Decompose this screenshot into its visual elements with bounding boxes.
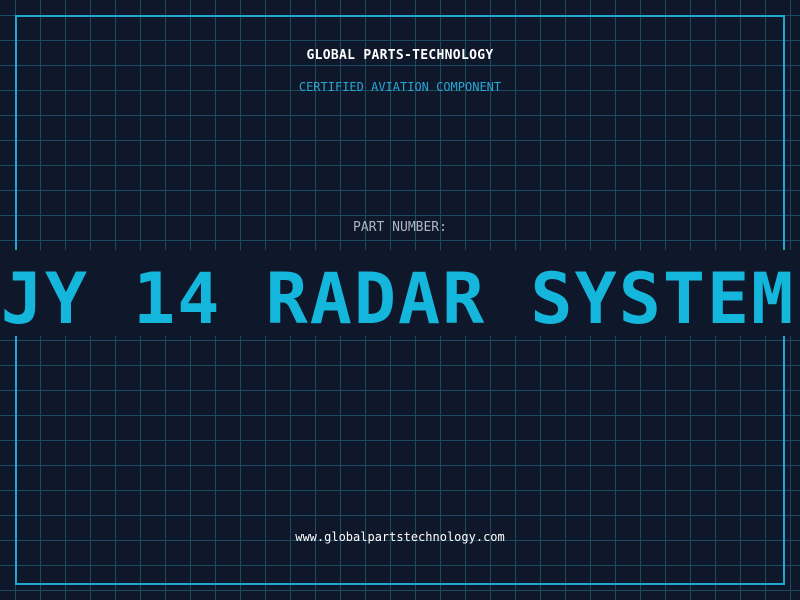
part-number-text: JY 14 RADAR SYSTEM bbox=[0, 259, 796, 339]
company-name: GLOBAL PARTS-TECHNOLOGY bbox=[306, 48, 494, 63]
website-url: www.globalpartstechnology.com bbox=[295, 530, 505, 544]
tagline: CERTIFIED AVIATION COMPONENT bbox=[298, 80, 502, 94]
part-number-label: PART NUMBER: bbox=[353, 220, 447, 235]
part-number-value: JY 14 RADAR SYSTEM bbox=[0, 259, 800, 339]
